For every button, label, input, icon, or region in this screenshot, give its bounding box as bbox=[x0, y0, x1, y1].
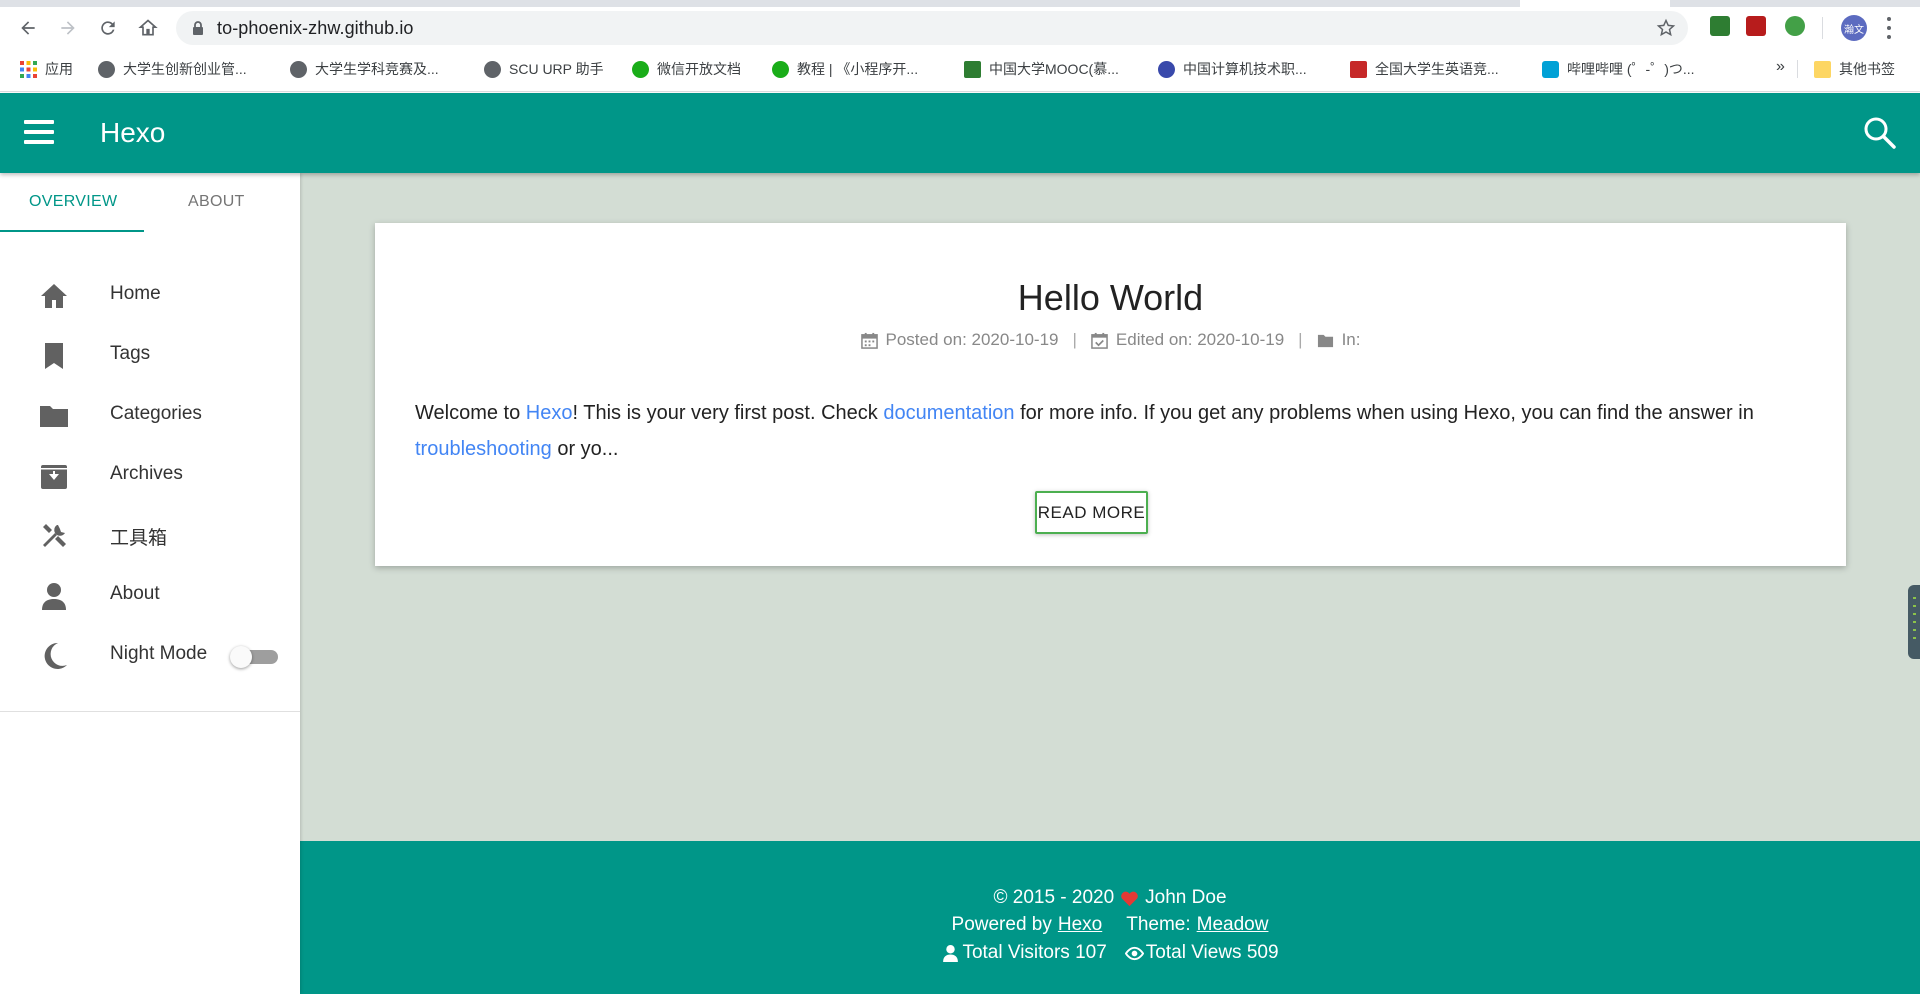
bookmark-item[interactable]: SCU URP 助手 bbox=[484, 59, 604, 79]
bookmark-item[interactable]: 中国计算机技术职... bbox=[1158, 59, 1307, 79]
bookmark-icon bbox=[45, 343, 63, 369]
browser-menu-icon[interactable] bbox=[1886, 17, 1892, 39]
site-footer: © 2015 - 2020 John Doe Powered by Hexo T… bbox=[300, 841, 1920, 994]
meta-separator: | bbox=[1072, 330, 1077, 349]
posted-date: Posted on: 2020-10-19 bbox=[885, 330, 1059, 349]
folder-icon bbox=[40, 406, 68, 427]
footer-hexo-link[interactable]: Hexo bbox=[1058, 914, 1102, 936]
sidebar-item-archives[interactable]: Archives bbox=[0, 450, 300, 500]
heart-icon bbox=[1121, 891, 1138, 906]
sidebar-item-toolbox[interactable]: 工具箱 bbox=[0, 510, 300, 560]
main-content: Hello World Posted on: 2020-10-19 | Edit… bbox=[300, 173, 1920, 841]
menu-toggle-icon[interactable] bbox=[24, 120, 54, 144]
user-icon bbox=[42, 583, 66, 610]
footer-stats: Total Visitors 107 Total Views 509 bbox=[300, 942, 1920, 964]
bookmarks-overflow-button[interactable]: » bbox=[1776, 58, 1785, 76]
post-card: Hello World Posted on: 2020-10-19 | Edit… bbox=[375, 223, 1846, 566]
bookmarks-bar: 应用 大学生创新创业管... 大学生学科竞赛及... SCU URP 助手 微信… bbox=[0, 56, 1920, 82]
mooc-icon bbox=[964, 60, 981, 78]
pdf-extension-icon[interactable] bbox=[1746, 16, 1766, 36]
site-title[interactable]: Hexo bbox=[100, 117, 165, 149]
app-header: Hexo bbox=[0, 93, 1920, 173]
user-icon bbox=[943, 944, 959, 962]
globe-icon bbox=[290, 60, 307, 78]
profile-avatar[interactable]: 瀚文 bbox=[1841, 15, 1867, 41]
folder-icon bbox=[1317, 334, 1333, 347]
moon-icon bbox=[44, 642, 67, 669]
read-more-button[interactable]: READ MORE bbox=[1035, 491, 1148, 534]
sidebar: OVERVIEW ABOUT Home Tags Categories Arch… bbox=[0, 173, 300, 994]
side-widget-handle[interactable] bbox=[1908, 585, 1920, 659]
other-bookmarks-folder[interactable]: 其他书签 bbox=[1814, 59, 1895, 79]
sidebar-item-categories[interactable]: Categories bbox=[0, 390, 300, 440]
calendar-check-icon bbox=[1091, 332, 1108, 349]
contest-icon bbox=[1350, 60, 1367, 78]
wechat-icon bbox=[632, 60, 649, 78]
reload-icon[interactable] bbox=[94, 14, 122, 42]
browser-chrome: to-phoenix-zhw.github.io 瀚文 应用 大学生创新创业管.… bbox=[0, 0, 1920, 92]
bookmark-item[interactable]: 教程 | 《小程序开... bbox=[772, 59, 918, 79]
footer-copyright: © 2015 - 2020 John Doe bbox=[993, 887, 1227, 908]
ccf-icon bbox=[1158, 60, 1175, 78]
globe-extension-icon[interactable] bbox=[1785, 16, 1805, 36]
tab-indicator bbox=[0, 230, 144, 232]
troubleshooting-link[interactable]: troubleshooting bbox=[415, 438, 552, 460]
home-icon bbox=[41, 284, 67, 308]
sidebar-tabs: OVERVIEW ABOUT bbox=[0, 173, 300, 233]
search-icon[interactable] bbox=[1862, 115, 1898, 151]
post-category: In: bbox=[1341, 330, 1361, 349]
sidebar-item-night-mode: Night Mode bbox=[0, 630, 300, 680]
bookmark-apps[interactable]: 应用 bbox=[20, 59, 73, 79]
sidebar-item-tags[interactable]: Tags bbox=[0, 330, 300, 380]
address-bar[interactable]: to-phoenix-zhw.github.io bbox=[176, 11, 1688, 45]
hexo-link[interactable]: Hexo bbox=[526, 402, 573, 424]
sidebar-item-about[interactable]: About bbox=[0, 570, 300, 620]
globe-icon bbox=[98, 60, 115, 78]
post-excerpt: Welcome to Hexo! This is your very first… bbox=[415, 402, 1754, 460]
documentation-link[interactable]: documentation bbox=[883, 402, 1014, 424]
home-browser-icon[interactable] bbox=[134, 14, 162, 42]
wechat-icon bbox=[772, 60, 789, 78]
footer-theme-link[interactable]: Meadow bbox=[1197, 914, 1269, 936]
sidebar-item-home[interactable]: Home bbox=[0, 270, 300, 320]
total-visitors: Total Visitors 107 bbox=[962, 942, 1107, 963]
bookmark-item[interactable]: 大学生学科竞赛及... bbox=[290, 59, 439, 79]
url-text: to-phoenix-zhw.github.io bbox=[217, 18, 414, 38]
meta-separator: | bbox=[1298, 330, 1303, 349]
eye-icon bbox=[1124, 946, 1144, 960]
divider bbox=[0, 711, 300, 712]
post-meta: Posted on: 2020-10-19 | Edited on: 2020-… bbox=[375, 330, 1846, 350]
tab-strip bbox=[0, 0, 1920, 7]
edited-date: Edited on: 2020-10-19 bbox=[1115, 330, 1285, 349]
bilibili-icon bbox=[1542, 60, 1559, 78]
bookmark-item[interactable]: 中国大学MOOC(慕... bbox=[964, 59, 1119, 79]
folder-icon bbox=[1814, 60, 1831, 78]
extension-icon[interactable] bbox=[1710, 16, 1730, 36]
bookmark-item[interactable]: 大学生创新创业管... bbox=[98, 59, 247, 79]
footer-powered: Powered by Hexo Theme: Meadow bbox=[951, 914, 1269, 936]
tools-icon bbox=[43, 524, 66, 547]
calendar-icon bbox=[860, 332, 878, 349]
bookmark-star-icon[interactable] bbox=[1656, 18, 1676, 38]
back-arrow-icon[interactable] bbox=[14, 14, 42, 42]
tab-overview[interactable]: OVERVIEW bbox=[29, 193, 117, 211]
bookmark-item[interactable]: 微信开放文档 bbox=[632, 59, 741, 79]
tab-about[interactable]: ABOUT bbox=[188, 193, 245, 211]
archive-icon bbox=[41, 465, 67, 489]
bookmark-item[interactable]: 全国大学生英语竞... bbox=[1350, 59, 1499, 79]
night-mode-toggle[interactable] bbox=[230, 646, 280, 668]
apps-grid-icon bbox=[20, 60, 37, 78]
total-views: Total Views 509 bbox=[1145, 942, 1279, 963]
bookmark-item[interactable]: 哔哩哔哩 (゜-゜)つ... bbox=[1542, 59, 1695, 79]
globe-icon bbox=[484, 60, 501, 78]
post-title[interactable]: Hello World bbox=[375, 277, 1846, 319]
lock-icon bbox=[193, 21, 203, 35]
forward-arrow-icon[interactable] bbox=[54, 14, 82, 42]
